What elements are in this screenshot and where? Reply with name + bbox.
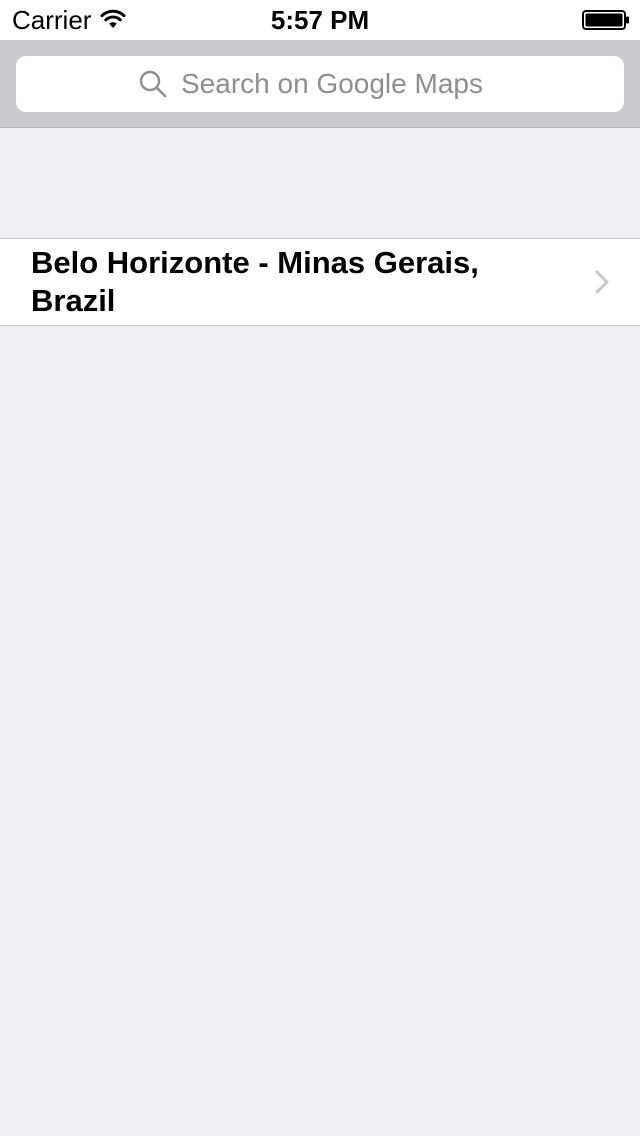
search-input[interactable]: [181, 68, 501, 100]
results-list: Belo Horizonte - Minas Gerais, Brazil: [0, 238, 640, 326]
list-item[interactable]: Belo Horizonte - Minas Gerais, Brazil: [0, 239, 640, 325]
search-icon: [139, 70, 167, 98]
search-field[interactable]: [16, 56, 624, 112]
battery-icon: [582, 10, 629, 30]
clock: 5:57 PM: [270, 5, 370, 35]
screen: Carrier 5:57 PM Belo Horizonte - Minas G…: [0, 0, 640, 1136]
list-item-label: Belo Horizonte - Minas Gerais, Brazil: [31, 245, 479, 318]
search-bar: [0, 40, 640, 128]
chevron-right-icon: [595, 270, 609, 294]
status-bar: Carrier 5:57 PM: [0, 0, 640, 40]
